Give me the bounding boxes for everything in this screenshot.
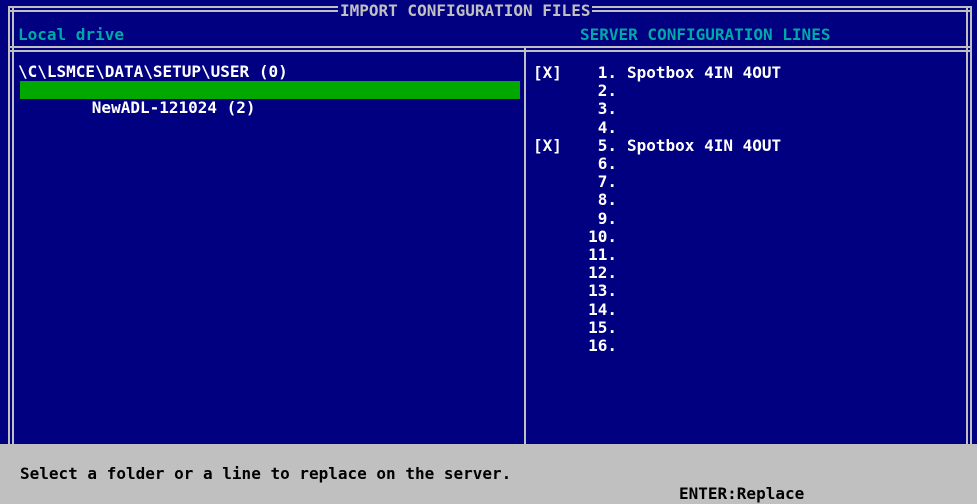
line-number: 7. xyxy=(597,172,617,192)
line-number: 6. xyxy=(597,154,617,173)
line-number: 9. xyxy=(597,208,617,228)
tree-item-label: NewADL-121024 (2) xyxy=(91,98,256,117)
server-line-row[interactable]: 7. xyxy=(533,174,627,190)
server-line-row[interactable]: 2. xyxy=(533,83,627,99)
line-number: 1. xyxy=(597,63,617,82)
tree-item-selected[interactable]: NewADL-121024 (2) xyxy=(20,81,520,117)
line-number: 3. xyxy=(597,99,617,119)
server-line-row[interactable]: 6. xyxy=(533,156,627,172)
server-line-row[interactable]: 12. xyxy=(533,265,627,281)
server-line-row[interactable]: [X] 1. Spotbox 4IN 4OUT xyxy=(533,65,781,81)
server-line-row[interactable]: 15. xyxy=(533,317,627,337)
line-number: 12. xyxy=(588,263,617,283)
line-number: 13. xyxy=(588,281,617,301)
server-line-row[interactable]: 11. xyxy=(533,247,627,263)
dialog-title: IMPORT CONFIGURATION FILES xyxy=(338,1,593,20)
server-line-row[interactable]: 9. xyxy=(533,208,627,228)
local-drive-header: Local drive xyxy=(18,25,124,44)
line-checkbox[interactable]: [X] xyxy=(533,137,579,154)
line-number: 5. xyxy=(597,135,617,155)
server-line-row[interactable]: 4. xyxy=(533,117,627,137)
server-line-row[interactable]: [X] 5. Spotbox 4IN 4OUT xyxy=(533,135,782,155)
line-number: 15. xyxy=(588,317,617,337)
pane-divider xyxy=(524,46,526,444)
tree-path[interactable]: \C\LSMCE\DATA\SETUP\USER (0) xyxy=(18,63,288,81)
server-line-row[interactable]: 14. xyxy=(533,299,627,319)
line-number: 8. xyxy=(597,190,617,210)
header-separator xyxy=(8,46,970,52)
line-number: 16. xyxy=(588,336,617,355)
import-config-dialog: IMPORT CONFIGURATION FILES Local drive S… xyxy=(0,0,977,444)
line-number: 11. xyxy=(588,245,617,264)
enter-replace-hint: ENTER:Replace xyxy=(679,484,805,503)
line-number: 2. xyxy=(597,81,617,101)
server-lines-header: SERVER CONFIGURATION LINES xyxy=(580,25,831,44)
frame-right xyxy=(966,6,972,444)
line-name: Spotbox 4IN 4OUT xyxy=(627,135,782,155)
line-checkbox[interactable]: [X] xyxy=(533,65,579,81)
server-line-row[interactable]: 16. xyxy=(533,338,627,354)
status-bar: Select a folder or a line to replace on … xyxy=(0,444,977,503)
status-message: Select a folder or a line to replace on … xyxy=(20,464,512,483)
server-line-row[interactable]: 13. xyxy=(533,283,627,299)
line-name: Spotbox 4IN 4OUT xyxy=(627,63,782,82)
server-line-row[interactable]: 10. xyxy=(533,226,627,246)
line-number: 10. xyxy=(588,226,617,246)
frame-left xyxy=(8,6,14,444)
server-line-row[interactable]: 8. xyxy=(533,192,627,208)
line-number: 4. xyxy=(597,117,617,137)
server-line-row[interactable]: 3. xyxy=(533,101,627,117)
line-number: 14. xyxy=(588,299,617,319)
